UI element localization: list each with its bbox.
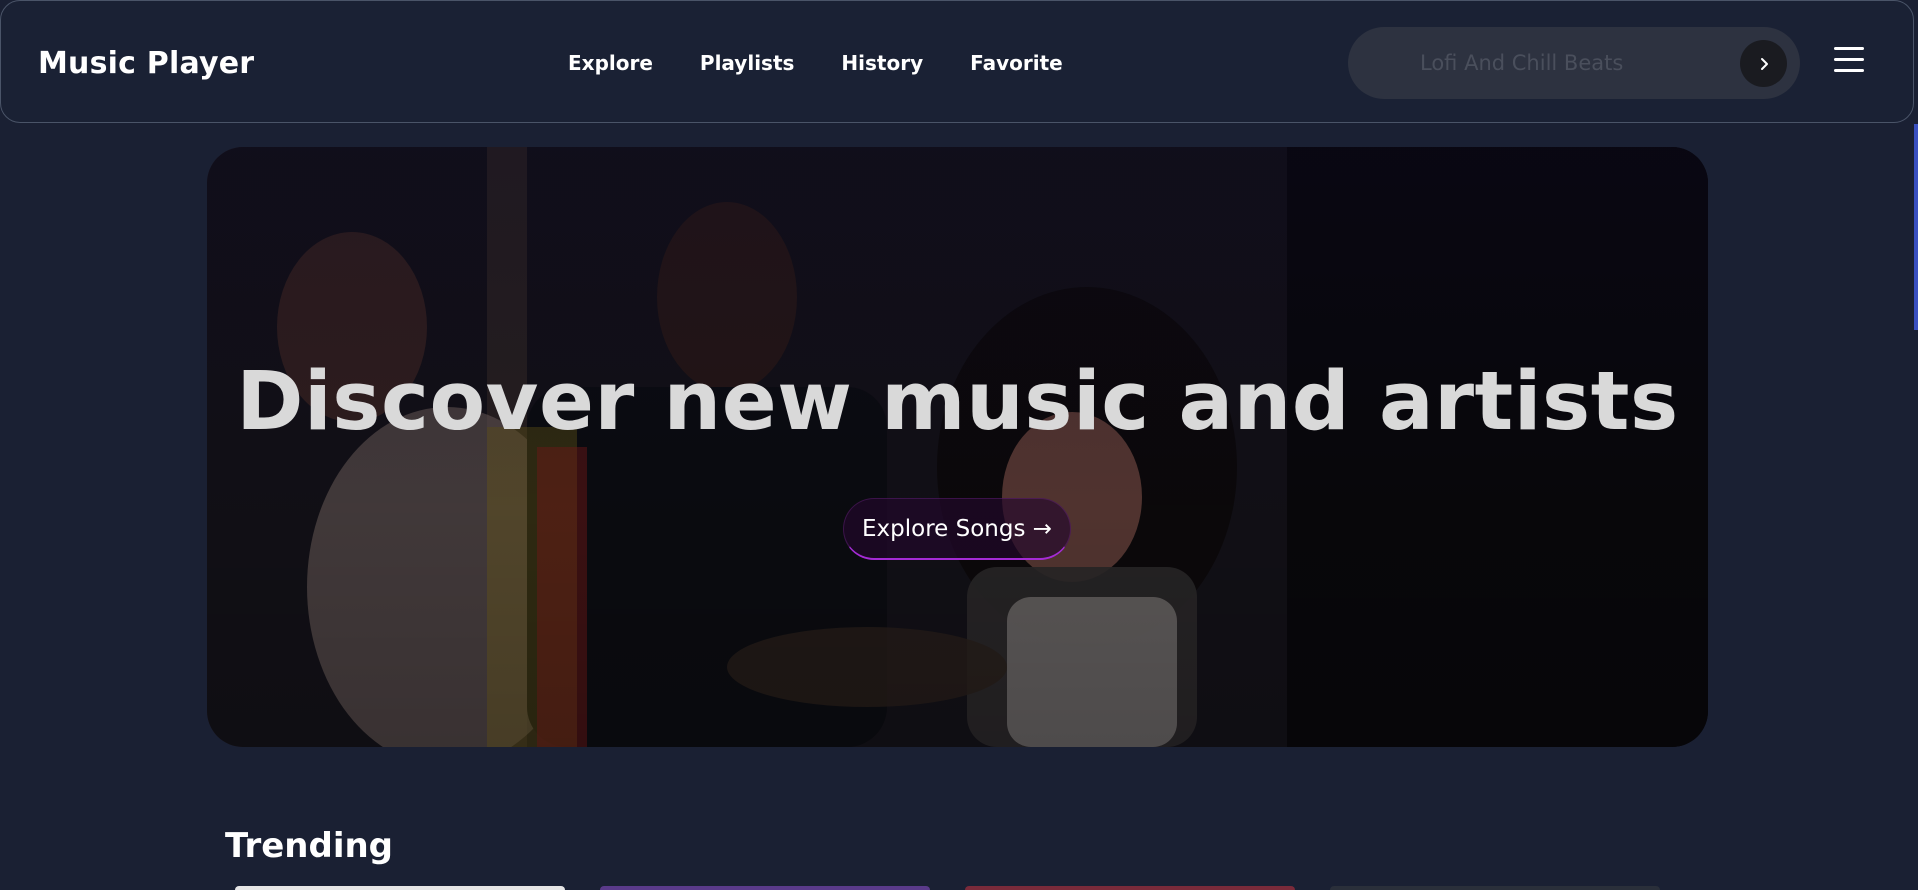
search-input[interactable]	[1420, 41, 1720, 85]
trending-card[interactable]	[965, 886, 1295, 890]
nav-link-history[interactable]: History	[841, 51, 923, 75]
search-submit-button[interactable]	[1740, 40, 1787, 87]
trending-card[interactable]	[1330, 886, 1660, 890]
search-bar	[1348, 27, 1800, 99]
hamburger-menu-icon[interactable]	[1834, 47, 1864, 73]
main-nav: Explore Playlists History Favorite	[568, 51, 1110, 75]
trending-card[interactable]	[600, 886, 930, 890]
top-navbar: Music Player Explore Playlists History F…	[0, 0, 1914, 123]
nav-link-playlists[interactable]: Playlists	[700, 51, 795, 75]
nav-link-favorite[interactable]: Favorite	[970, 51, 1063, 75]
page-scrollbar-thumb[interactable]	[1914, 124, 1918, 330]
chevron-right-icon	[1760, 57, 1768, 70]
trending-card[interactable]	[235, 886, 565, 890]
hero-banner: Discover new music and artists Explore S…	[207, 147, 1708, 747]
nav-link-explore[interactable]: Explore	[568, 51, 653, 75]
explore-songs-button[interactable]: Explore Songs →	[843, 498, 1071, 560]
brand-logo[interactable]: Music Player	[38, 46, 254, 81]
trending-heading: Trending	[225, 826, 394, 866]
hero-title: Discover new music and artists	[236, 355, 1679, 449]
